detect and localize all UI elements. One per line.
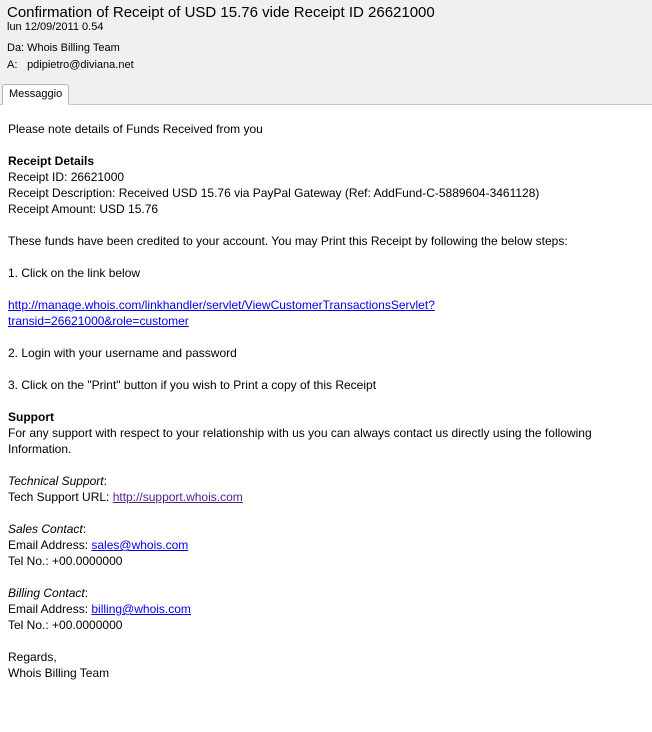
- signature-text: Whois Billing Team: [8, 666, 110, 680]
- credited-text: These funds have been credited to your a…: [8, 234, 568, 248]
- tab-message[interactable]: Messaggio: [2, 84, 70, 105]
- email-body: Please note details of Funds Received fr…: [0, 105, 652, 681]
- billing-email-link[interactable]: billing@whois.com: [91, 602, 191, 616]
- tech-support-heading-row: Technical Support:: [8, 473, 652, 489]
- sales-tel: Tel No.: +00.0000000: [8, 554, 123, 568]
- message-tabbar: Messaggio: [0, 82, 652, 105]
- sales-email-label: Email Address:: [8, 538, 92, 552]
- receipt-amount: Receipt Amount: USD 15.76: [8, 202, 159, 216]
- billing-tel: Tel No.: +00.0000000: [8, 618, 123, 632]
- step-3-text: 3. Click on the "Print" button if you wi…: [8, 378, 377, 392]
- to-label: A:: [7, 59, 18, 71]
- tech-support-link[interactable]: http://support.whois.com: [113, 490, 243, 504]
- regards-text: Regards,: [8, 650, 57, 664]
- from-row: Da: Whois Billing Team: [7, 42, 120, 55]
- from-label: Da:: [7, 42, 25, 54]
- tech-support-row: Tech Support URL: http://support.whois.c…: [8, 489, 652, 505]
- intro-text: Please note details of Funds Received fr…: [8, 122, 263, 136]
- email-subject: Confirmation of Receipt of USD 15.76 vid…: [7, 4, 435, 21]
- sales-email-row: Email Address: sales@whois.com: [8, 537, 652, 553]
- step-2-text: 2. Login with your username and password: [8, 346, 237, 360]
- tech-support-colon: :: [103, 474, 107, 488]
- email-header: Confirmation of Receipt of USD 15.76 vid…: [0, 0, 652, 82]
- sales-heading-row: Sales Contact:: [8, 521, 652, 537]
- sales-email-link[interactable]: sales@whois.com: [91, 538, 188, 552]
- receipt-description: Receipt Description: Received USD 15.76 …: [8, 186, 540, 200]
- sales-heading: Sales Contact: [8, 522, 83, 536]
- billing-email-label: Email Address:: [8, 602, 92, 616]
- transaction-link[interactable]: http://manage.whois.com/linkhandler/serv…: [8, 297, 652, 329]
- support-text-line-2: Information.: [8, 442, 72, 456]
- receipt-id: Receipt ID: 26621000: [8, 170, 125, 184]
- billing-email-row: Email Address: billing@whois.com: [8, 601, 652, 617]
- sales-colon: :: [82, 522, 87, 536]
- from-value[interactable]: Whois Billing Team: [27, 42, 120, 54]
- support-heading: Support: [8, 410, 54, 424]
- billing-heading-row: Billing Contact:: [8, 585, 652, 601]
- transaction-link-line-2[interactable]: transid=26621000&role=customer: [8, 314, 189, 328]
- receipt-details-heading: Receipt Details: [8, 154, 95, 168]
- tech-support-label: Tech Support URL:: [8, 490, 113, 504]
- step-1-text: 1. Click on the link below: [8, 266, 141, 280]
- billing-heading: Billing Contact: [8, 586, 85, 600]
- billing-colon: :: [84, 586, 89, 600]
- tech-support-heading: Technical Support: [8, 474, 104, 488]
- transaction-link-line-1[interactable]: http://manage.whois.com/linkhandler/serv…: [8, 298, 435, 312]
- to-row: A: pdipietro@diviana.net: [7, 59, 134, 72]
- email-date: lun 12/09/2011 0.54: [7, 21, 104, 33]
- to-value[interactable]: pdipietro@diviana.net: [27, 59, 134, 71]
- support-text-line-1: For any support with respect to your rel…: [8, 426, 592, 440]
